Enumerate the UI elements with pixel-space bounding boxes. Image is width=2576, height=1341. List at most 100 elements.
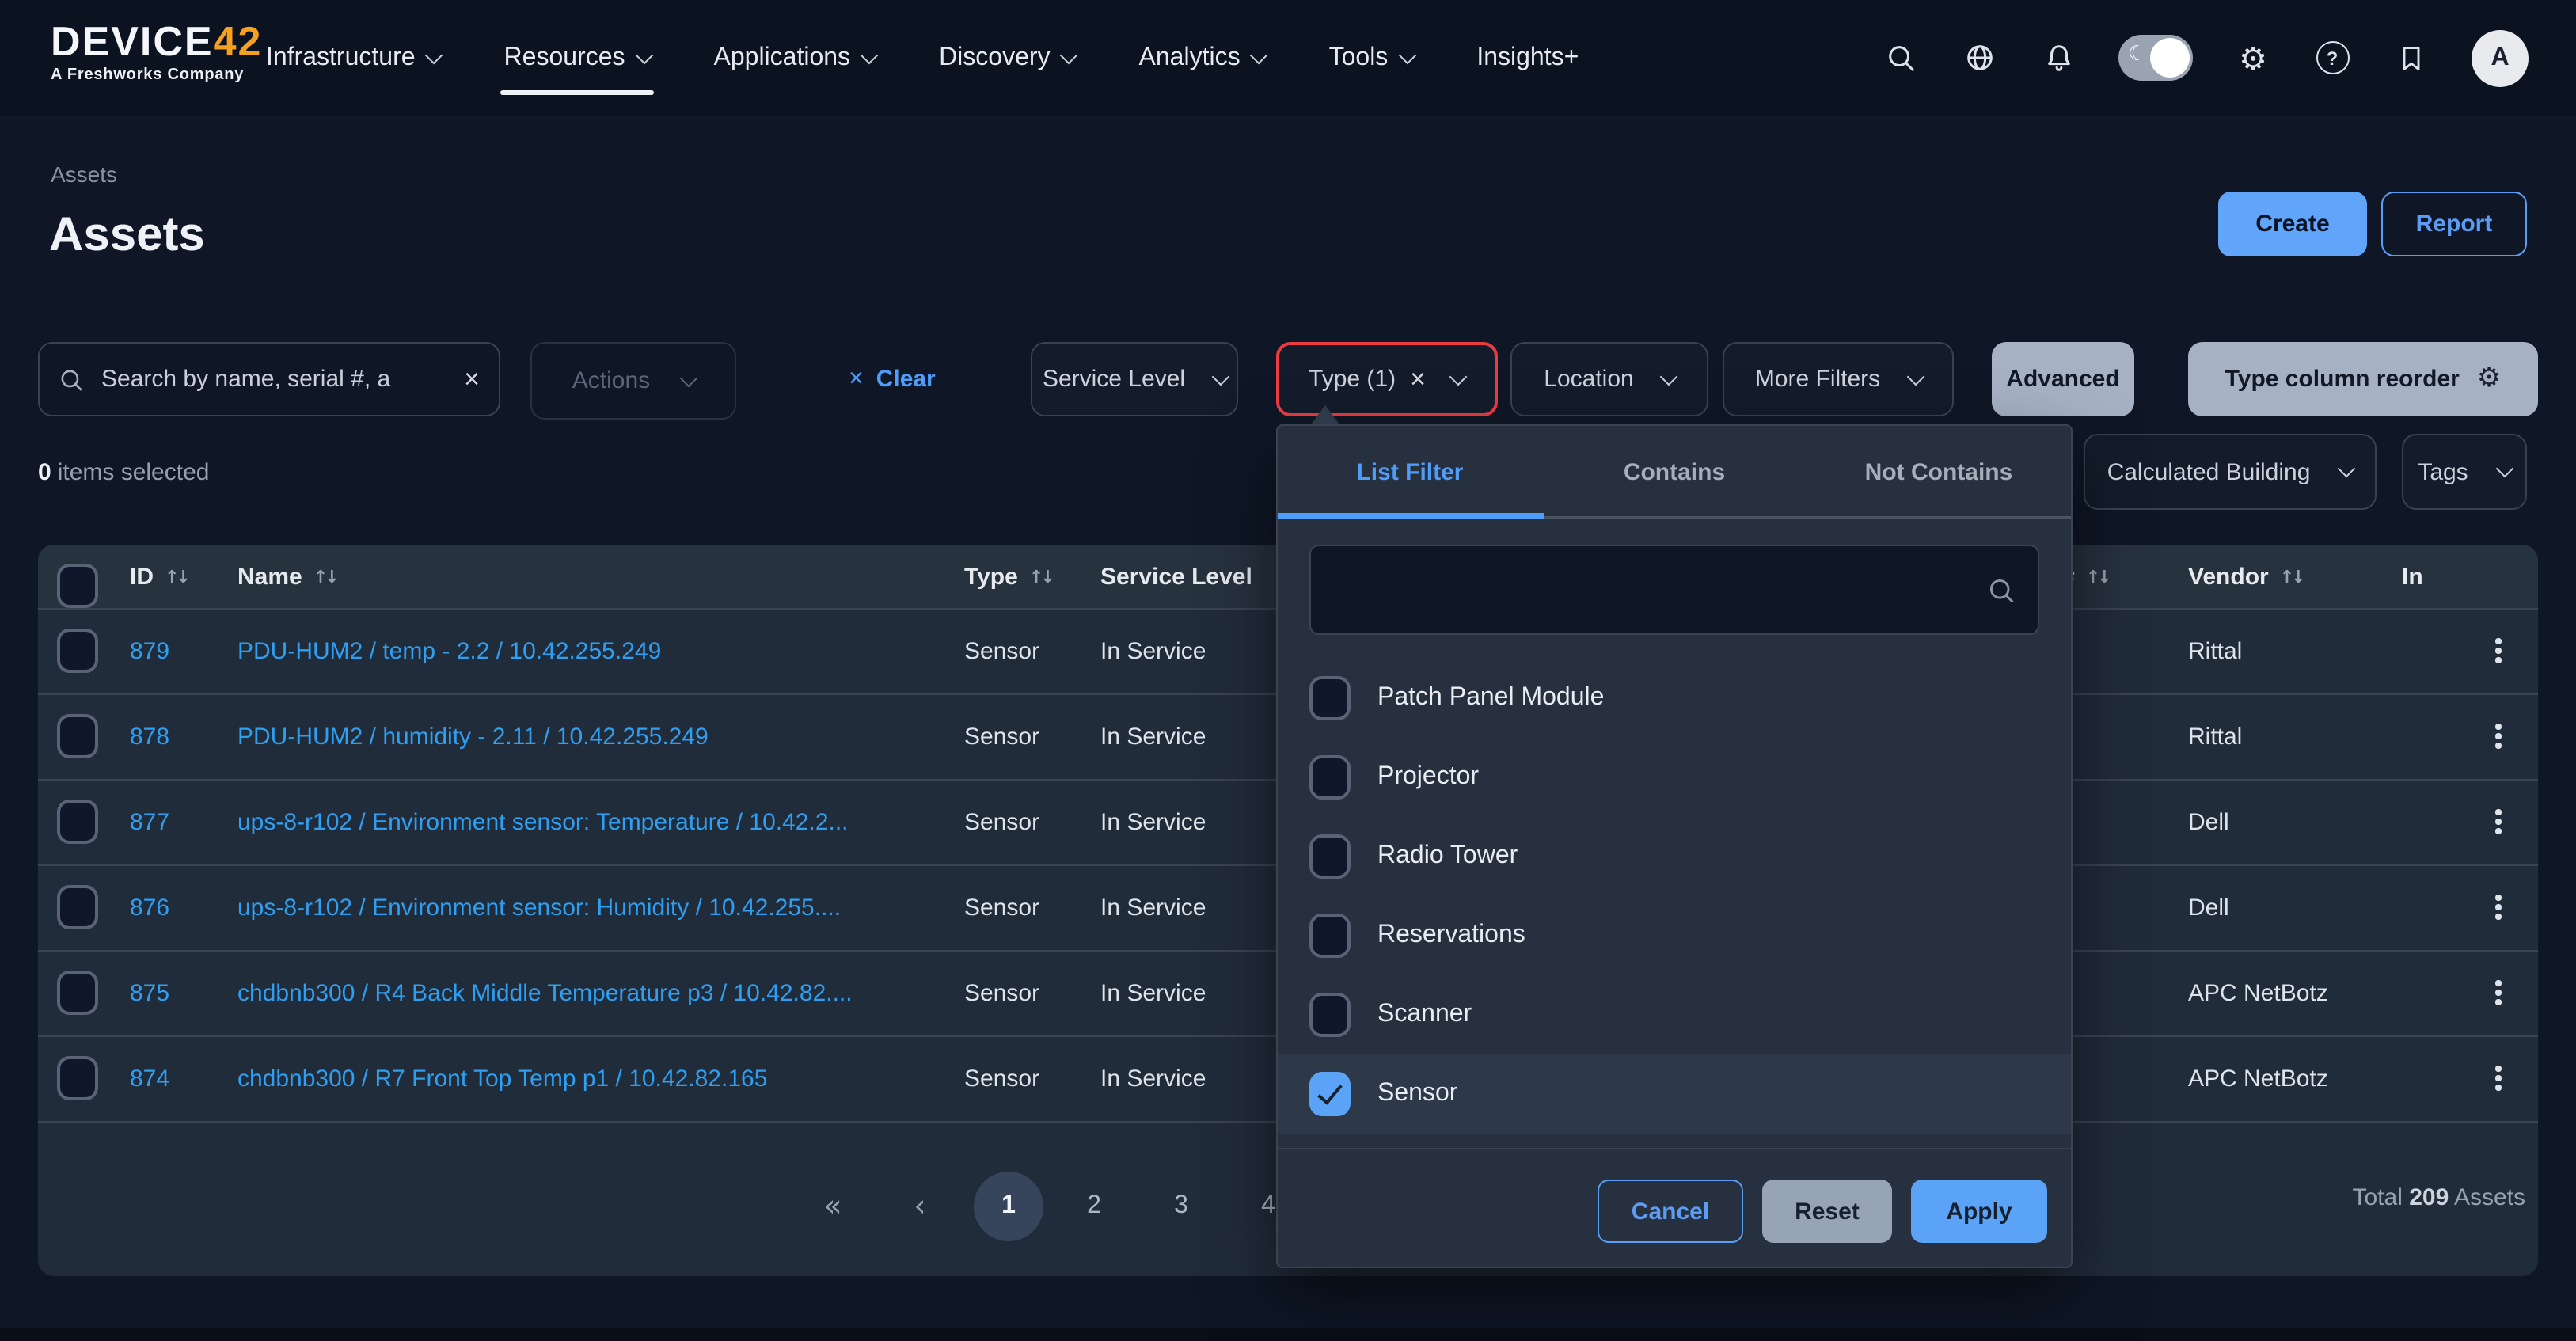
gear-icon[interactable]: ⚙ (2234, 39, 2272, 77)
row-menu-icon[interactable] (2489, 974, 2507, 1012)
location-filter[interactable]: Location (1510, 342, 1708, 416)
pagination-page-1[interactable]: 1 (974, 1172, 1043, 1241)
asset-vendor: Dell (2188, 864, 2229, 950)
pagination-page-2[interactable]: 2 (1069, 1172, 1119, 1241)
row-menu-icon[interactable] (2489, 718, 2507, 755)
asset-id-link[interactable]: 878 (130, 693, 169, 779)
tab-contains[interactable]: Contains (1542, 426, 1807, 519)
pagination-first[interactable]: « (807, 1172, 858, 1241)
filter-option-reservations[interactable]: Reservations (1278, 896, 2071, 975)
globe-icon[interactable] (1960, 39, 1998, 77)
nav-discovery[interactable]: Discovery (939, 0, 1075, 116)
filter-option-projector[interactable]: Projector (1278, 738, 2071, 817)
row-checkbox[interactable] (57, 1056, 98, 1100)
asset-name-link[interactable]: PDU-HUM2 / temp - 2.2 / 10.42.255.249 (237, 608, 661, 693)
column-header-id[interactable]: ID↑↓ (130, 545, 188, 608)
row-checkbox[interactable] (57, 629, 98, 673)
row-checkbox[interactable] (57, 885, 98, 929)
user-avatar[interactable]: A (2472, 29, 2529, 86)
row-menu-icon[interactable] (2489, 1060, 2507, 1097)
asset-id-link[interactable]: 879 (130, 608, 169, 693)
asset-id-link[interactable]: 876 (130, 864, 169, 950)
more-filters-dropdown[interactable]: More Filters (1723, 342, 1954, 416)
tags-dropdown[interactable]: Tags (2402, 434, 2527, 510)
option-checkbox[interactable] (1309, 914, 1351, 958)
help-icon[interactable]: ? (2313, 39, 2351, 77)
row-menu-icon[interactable] (2489, 889, 2507, 926)
filter-option-patch-panel-module[interactable]: Patch Panel Module (1278, 659, 2071, 738)
asset-id-link[interactable]: 875 (130, 950, 169, 1035)
main-nav: Infrastructure Resources Applications Di… (266, 0, 1579, 116)
row-checkbox[interactable] (57, 800, 98, 844)
sort-icon[interactable]: ↑↓ (2280, 566, 2303, 587)
toggle-knob (2150, 38, 2190, 78)
filter-option-sensor[interactable]: Sensor (1278, 1054, 2071, 1134)
search-input[interactable] (98, 364, 450, 394)
column-header-vendor[interactable]: Vendor↑↓ (2188, 545, 2303, 608)
cancel-button[interactable]: Cancel (1598, 1180, 1743, 1243)
nav-analytics[interactable]: Analytics (1139, 0, 1266, 116)
asset-id-link[interactable]: 877 (130, 779, 169, 864)
option-checkbox[interactable] (1309, 676, 1351, 720)
search-icon[interactable] (1881, 39, 1919, 77)
option-checkbox[interactable] (1309, 755, 1351, 800)
tab-list-filter[interactable]: List Filter (1278, 426, 1542, 519)
advanced-button[interactable]: Advanced (1992, 342, 2134, 416)
reset-button[interactable]: Reset (1762, 1180, 1892, 1243)
option-checkbox[interactable] (1309, 993, 1351, 1037)
asset-name-link[interactable]: chdbnb300 / R4 Back Middle Temperature p… (237, 950, 853, 1035)
bell-icon[interactable] (2039, 39, 2077, 77)
select-all-checkbox[interactable] (57, 564, 98, 608)
type-filter-highlighted[interactable]: Type (1)× (1276, 342, 1498, 416)
sort-icon[interactable]: ↑↓ (1029, 566, 1052, 587)
nav-resources[interactable]: Resources (504, 0, 651, 116)
bookmark-icon[interactable] (2392, 39, 2430, 77)
theme-toggle[interactable]: ☾ (2118, 35, 2193, 81)
nav-tools[interactable]: Tools (1329, 0, 1414, 116)
nav-insights-plus[interactable]: Insights+ (1476, 0, 1579, 116)
option-checkbox[interactable] (1309, 834, 1351, 879)
panel-search-input[interactable] (1333, 575, 1987, 605)
asset-service-level: In Service (1100, 864, 1206, 950)
nav-applications[interactable]: Applications (714, 0, 876, 116)
calculated-building-dropdown[interactable]: Calculated Building (2084, 434, 2377, 510)
column-header-type[interactable]: Type↑↓ (964, 545, 1052, 608)
asset-name-link[interactable]: chdbnb300 / R7 Front Top Temp p1 / 10.42… (237, 1035, 767, 1121)
nav-infrastructure[interactable]: Infrastructure (266, 0, 441, 116)
apply-button[interactable]: Apply (1911, 1180, 2047, 1243)
chevron-down-icon (635, 46, 653, 64)
filter-option-scanner[interactable]: Scanner (1278, 975, 2071, 1054)
tab-not-contains[interactable]: Not Contains (1807, 426, 2071, 519)
asset-id-link[interactable]: 874 (130, 1035, 169, 1121)
pagination-prev[interactable]: ‹ (895, 1172, 945, 1241)
device42-logo[interactable]: DEVICE42 A Freshworks Company (51, 21, 262, 84)
filter-option-radio-tower[interactable]: Radio Tower (1278, 817, 2071, 896)
row-checkbox[interactable] (57, 971, 98, 1015)
panel-caret (1311, 405, 1339, 424)
option-checkbox-checked[interactable] (1309, 1072, 1351, 1116)
row-menu-icon[interactable] (2489, 803, 2507, 841)
clear-filters-button[interactable]: ×Clear (849, 342, 936, 416)
sort-icon[interactable]: ↑↓ (2086, 566, 2109, 587)
create-button[interactable]: Create (2218, 192, 2367, 256)
breadcrumb[interactable]: Assets (51, 161, 117, 187)
column-header-name[interactable]: Name↑↓ (237, 545, 336, 608)
remove-filter-icon[interactable]: × (1410, 366, 1426, 393)
row-menu-icon[interactable] (2489, 633, 2507, 670)
type-column-reorder-button[interactable]: Type column reorder⚙ (2188, 342, 2538, 416)
asset-name-link[interactable]: ups-8-r102 / Environment sensor: Humidit… (237, 864, 841, 950)
asset-name-link[interactable]: PDU-HUM2 / humidity - 2.11 / 10.42.255.2… (237, 693, 709, 779)
column-header-in[interactable]: In (2402, 545, 2423, 608)
actions-dropdown[interactable]: Actions (530, 342, 736, 420)
chevron-down-icon (1211, 367, 1229, 386)
report-button[interactable]: Report (2381, 192, 2527, 256)
chevron-down-icon (2495, 460, 2513, 478)
asset-name-link[interactable]: ups-8-r102 / Environment sensor: Tempera… (237, 779, 849, 864)
clear-search-icon[interactable]: × (464, 366, 480, 393)
sort-icon[interactable]: ↑↓ (313, 566, 336, 587)
pagination-page-3[interactable]: 3 (1156, 1172, 1206, 1241)
service-level-filter[interactable]: Service Level (1031, 342, 1238, 416)
row-checkbox[interactable] (57, 714, 98, 758)
sort-icon[interactable]: ↑↓ (165, 566, 188, 587)
column-header-service-level[interactable]: Service Level (1100, 545, 1252, 608)
